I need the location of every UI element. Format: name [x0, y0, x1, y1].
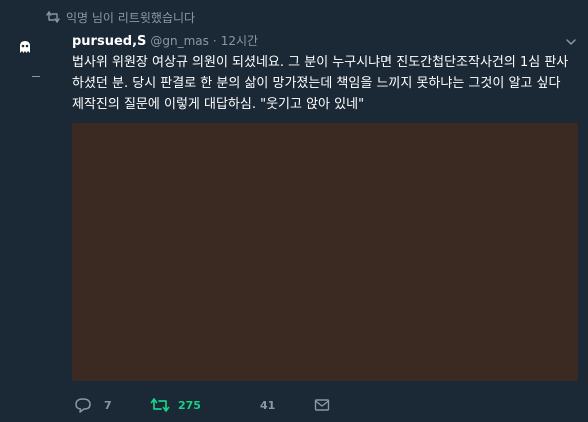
retweet-context-icon [46, 10, 60, 24]
envelope-icon [314, 399, 330, 411]
like-count: 41 [260, 398, 276, 412]
tweet-text: 법사위 위원장 여상규 의원이 되셨네요. 그 분이 누구시냐면 진도간첩단조작… [72, 55, 569, 112]
tweet-media[interactable] [72, 123, 578, 381]
like-button[interactable]: 41 [260, 394, 275, 416]
ghost-avatar-icon [20, 41, 30, 53]
reply-count: 7 [104, 398, 112, 412]
reply-button[interactable]: 7 [74, 394, 112, 416]
retweet-context: 익명 님이 리트윗했습니다 [46, 8, 195, 26]
chevron-down-icon[interactable] [564, 34, 578, 48]
tweet[interactable]: 익명 님이 리트윗했습니다 pursued,S @gn_mas · 12시간 법… [0, 0, 588, 422]
tweet-header: pursued,S @gn_mas · 12시간 [72, 32, 258, 50]
retweet-icon [150, 398, 170, 412]
retweet-context-text: 익명 님이 리트윗했습니다 [66, 10, 196, 25]
direct-message-button[interactable] [314, 394, 330, 416]
display-name[interactable]: pursued,S [72, 34, 146, 49]
user-handle[interactable]: @gn_mas [150, 34, 209, 48]
header-separator: · [212, 34, 217, 48]
reply-icon [75, 398, 91, 413]
tweet-timestamp[interactable]: 12시간 [221, 32, 258, 49]
avatar-divider [32, 76, 40, 77]
tweet-actions: 7 275 41 [72, 394, 372, 416]
retweet-count: 275 [178, 398, 201, 412]
avatar[interactable] [10, 32, 40, 62]
retweet-button[interactable]: 275 [150, 394, 201, 416]
